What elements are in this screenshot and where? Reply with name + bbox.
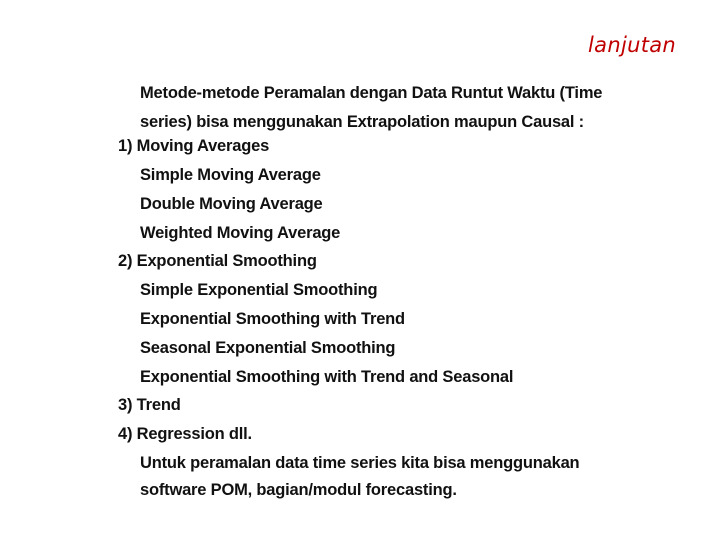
list-item-trend: 3) Trend [118,396,181,414]
list-item-exponential-smoothing: 2) Exponential Smoothing [118,252,317,270]
sub-item: Double Moving Average [140,195,323,213]
closing-line: Untuk peramalan data time series kita bi… [140,454,580,472]
sub-item: Seasonal Exponential Smoothing [140,339,396,357]
sub-item: Exponential Smoothing with Trend [140,310,405,328]
intro-line: Metode-metode Peramalan dengan Data Runt… [140,84,603,102]
slide-title: lanjutan [588,33,676,57]
sub-item: Exponential Smoothing with Trend and Sea… [140,368,514,386]
list-item-moving-averages: 1) Moving Averages [118,137,270,155]
list-item-regression: 4) Regression dll. [118,425,252,443]
sub-item: Weighted Moving Average [140,224,341,242]
sub-item: Simple Exponential Smoothing [140,281,378,299]
intro-line: series) bisa menggunakan Extrapolation m… [140,113,584,131]
closing-line: software POM, bagian/modul forecasting. [140,481,457,499]
sub-item: Simple Moving Average [140,166,321,184]
